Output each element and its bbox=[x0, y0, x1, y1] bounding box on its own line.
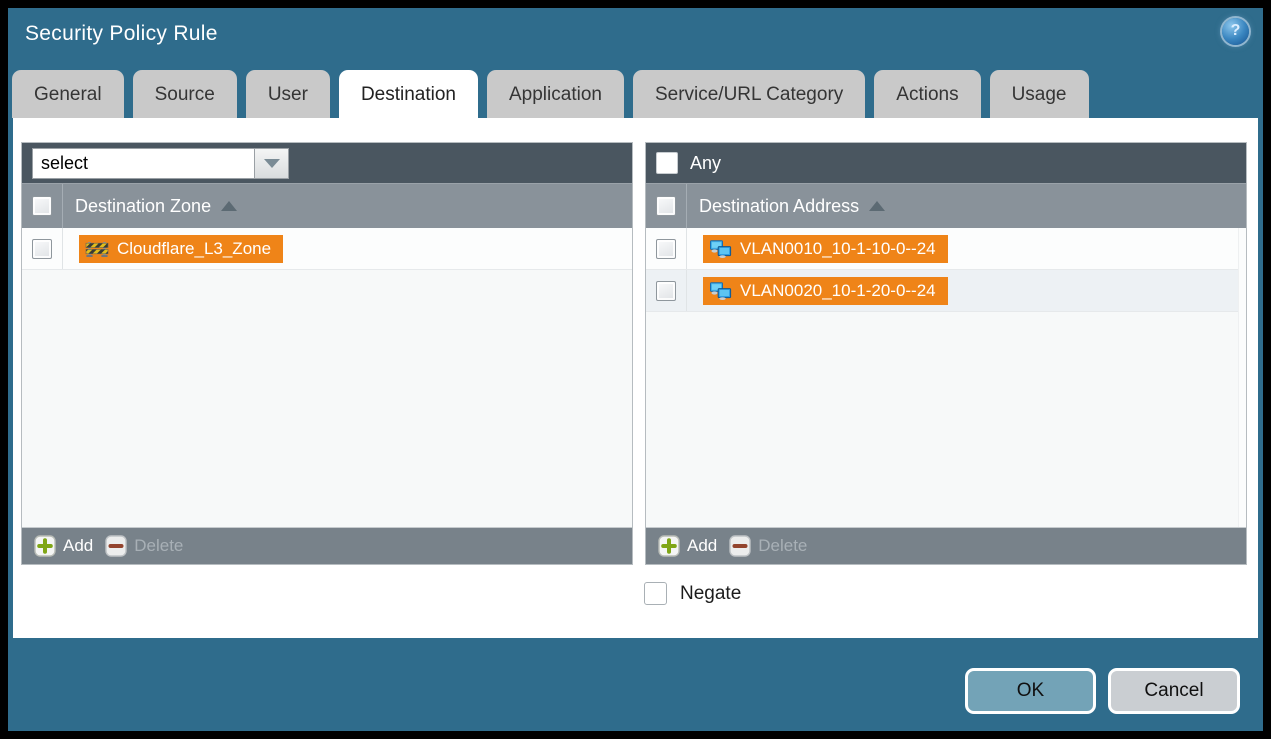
zone-row-checkbox[interactable] bbox=[32, 239, 52, 259]
destination-tab-content: Destination Zone bbox=[13, 118, 1258, 638]
add-icon bbox=[658, 535, 680, 557]
table-row: VLAN0020_10-1-20-0--24 bbox=[646, 270, 1246, 312]
address-delete-button[interactable]: Delete bbox=[729, 535, 807, 557]
address-column-text: Destination Address bbox=[699, 196, 859, 216]
table-row: Cloudflare_L3_Zone bbox=[22, 228, 632, 270]
address-add-label: Add bbox=[687, 536, 717, 556]
address-select-all-checkbox[interactable] bbox=[656, 196, 676, 216]
zone-select-combo bbox=[32, 148, 289, 179]
address-panel-footer: Add Delete bbox=[646, 527, 1246, 564]
sort-ascending-icon bbox=[869, 201, 885, 211]
zone-add-button[interactable]: Add bbox=[34, 535, 93, 557]
ok-button[interactable]: OK bbox=[965, 668, 1096, 714]
sort-ascending-icon bbox=[221, 201, 237, 211]
address-row-checkbox-1[interactable] bbox=[656, 239, 676, 259]
zone-panel-footer: Add Delete bbox=[22, 527, 632, 564]
tab-general[interactable]: General bbox=[12, 70, 124, 118]
row-checkcell bbox=[646, 228, 687, 269]
address-list: VLAN0010_10-1-10-0--24 bbox=[646, 228, 1246, 527]
add-icon bbox=[34, 535, 56, 557]
any-checkbox[interactable] bbox=[656, 152, 678, 174]
tab-user[interactable]: User bbox=[246, 70, 330, 118]
zone-entry-cloudflare-l3-zone[interactable]: Cloudflare_L3_Zone bbox=[79, 235, 283, 263]
dialog-title: Security Policy Rule bbox=[25, 22, 218, 46]
zone-list: Cloudflare_L3_Zone bbox=[22, 228, 632, 527]
address-panel-toolbar: Any bbox=[646, 143, 1246, 183]
tab-service-url-category[interactable]: Service/URL Category bbox=[633, 70, 865, 118]
zone-header-checkcell bbox=[22, 184, 63, 228]
zone-delete-label: Delete bbox=[134, 536, 183, 556]
help-icon[interactable]: ? bbox=[1222, 18, 1249, 45]
chevron-down-icon bbox=[264, 159, 280, 168]
table-row: VLAN0010_10-1-10-0--24 bbox=[646, 228, 1246, 270]
negate-checkbox[interactable] bbox=[644, 582, 667, 605]
zone-column-text: Destination Zone bbox=[75, 196, 211, 216]
address-add-button[interactable]: Add bbox=[658, 535, 717, 557]
negate-row: Negate bbox=[644, 582, 741, 605]
zone-entry-label: Cloudflare_L3_Zone bbox=[117, 239, 271, 259]
zone-panel-toolbar bbox=[22, 143, 632, 183]
zone-column-header: Destination Zone bbox=[22, 183, 632, 228]
address-row-checkbox-2[interactable] bbox=[656, 281, 676, 301]
delete-icon bbox=[729, 535, 751, 557]
zone-select-all-checkbox[interactable] bbox=[32, 196, 52, 216]
address-delete-label: Delete bbox=[758, 536, 807, 556]
address-entry-vlan0020[interactable]: VLAN0020_10-1-20-0--24 bbox=[703, 277, 948, 305]
delete-icon bbox=[105, 535, 127, 557]
zone-column-label[interactable]: Destination Zone bbox=[75, 196, 237, 217]
zone-icon bbox=[85, 240, 109, 258]
zone-add-label: Add bbox=[63, 536, 93, 556]
address-entry-label: VLAN0010_10-1-10-0--24 bbox=[740, 239, 936, 259]
tab-usage[interactable]: Usage bbox=[990, 70, 1089, 118]
tab-bar: General Source User Destination Applicat… bbox=[12, 70, 1098, 118]
address-column-header: Destination Address bbox=[646, 183, 1246, 228]
tab-actions[interactable]: Actions bbox=[874, 70, 980, 118]
address-column-label[interactable]: Destination Address bbox=[699, 196, 885, 217]
security-policy-rule-dialog: Security Policy Rule ? General Source Us… bbox=[8, 8, 1263, 731]
address-icon bbox=[709, 240, 732, 258]
address-entry-label: VLAN0020_10-1-20-0--24 bbox=[740, 281, 936, 301]
tab-destination[interactable]: Destination bbox=[339, 70, 478, 118]
screen: Security Policy Rule ? General Source Us… bbox=[0, 0, 1271, 739]
zone-select-input[interactable] bbox=[32, 148, 254, 179]
tab-source[interactable]: Source bbox=[133, 70, 237, 118]
destination-address-panel: Any Destination Address bbox=[645, 142, 1247, 565]
address-icon bbox=[709, 282, 732, 300]
row-checkcell bbox=[646, 270, 687, 311]
zone-delete-button[interactable]: Delete bbox=[105, 535, 183, 557]
address-header-checkcell bbox=[646, 184, 687, 228]
negate-label: Negate bbox=[680, 583, 741, 605]
scrollbar-track[interactable] bbox=[1238, 228, 1246, 527]
cancel-button[interactable]: Cancel bbox=[1108, 668, 1240, 714]
tab-application[interactable]: Application bbox=[487, 70, 624, 118]
zone-select-dropdown-button[interactable] bbox=[254, 148, 289, 179]
any-label: Any bbox=[690, 153, 721, 174]
address-entry-vlan0010[interactable]: VLAN0010_10-1-10-0--24 bbox=[703, 235, 948, 263]
row-checkcell bbox=[22, 228, 63, 269]
destination-zone-panel: Destination Zone bbox=[21, 142, 633, 565]
